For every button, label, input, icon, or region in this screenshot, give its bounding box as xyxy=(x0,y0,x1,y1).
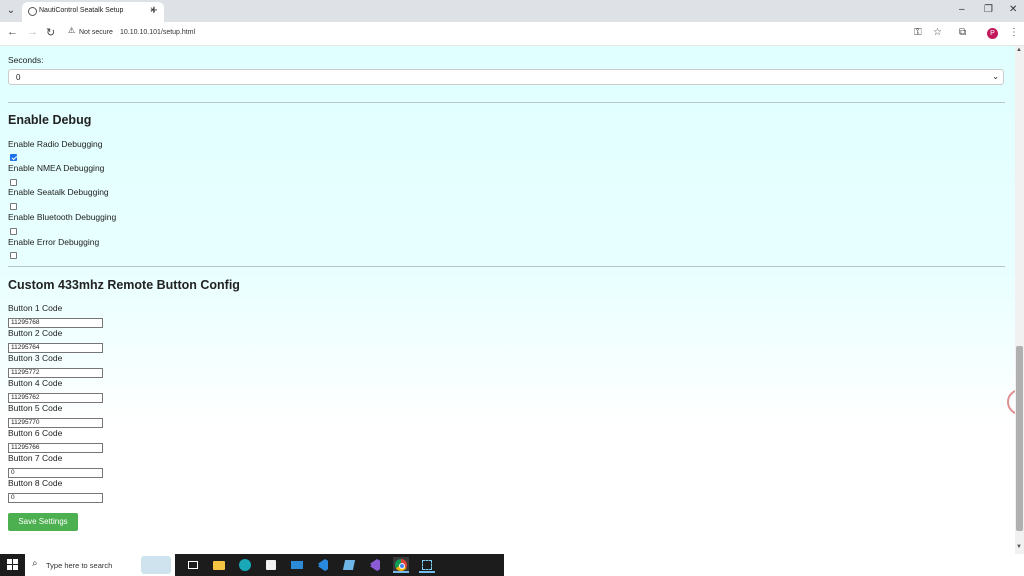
scroll-down-icon[interactable]: ▼ xyxy=(1016,544,1022,550)
seconds-value: 0 xyxy=(16,73,21,82)
reload-icon[interactable]: ↻ xyxy=(46,26,55,39)
restore-icon[interactable]: ❐ xyxy=(984,4,993,15)
url-text: 10.10.10.101/setup.html xyxy=(120,29,196,36)
debug-checkbox-seatalk[interactable] xyxy=(10,203,17,210)
debug-checkbox-nmea[interactable] xyxy=(10,179,17,186)
forward-icon[interactable]: → xyxy=(27,26,38,38)
windows-start-icon[interactable] xyxy=(7,559,18,570)
button-2-code-input[interactable]: 11295764 xyxy=(8,343,103,353)
new-tab-icon[interactable]: + xyxy=(150,3,158,17)
page-content: Seconds: 0 ⌄ Enable Debug Enable Radio D… xyxy=(0,46,1015,554)
debug-heading: Enable Debug xyxy=(8,113,92,127)
app-icon[interactable] xyxy=(341,557,357,573)
key-icon[interactable]: ⚿ xyxy=(914,27,922,38)
debug-label-bluetooth: Enable Bluetooth Debugging xyxy=(8,212,117,222)
vertical-scrollbar[interactable]: ▲ ▼ xyxy=(1015,46,1024,554)
browser-toolbar: ← → ↻ ⚠ Not secure 10.10.10.101/setup.ht… xyxy=(0,22,1024,46)
button-2-label: Button 2 Code xyxy=(8,328,63,338)
button-7-code-input[interactable]: 0 xyxy=(8,468,103,478)
mail-icon[interactable] xyxy=(289,557,305,573)
taskbar-search[interactable]: ⌕ Type here to search xyxy=(25,554,175,576)
cursor-ring xyxy=(1007,389,1015,415)
chevron-down-icon: ⌄ xyxy=(992,72,999,81)
minimize-icon[interactable]: – xyxy=(959,4,965,15)
button-5-code-input[interactable]: 11295770 xyxy=(8,418,103,428)
seconds-select[interactable]: 0 ⌄ xyxy=(8,69,1004,85)
file-explorer-icon[interactable] xyxy=(211,557,227,573)
globe-icon xyxy=(28,7,37,16)
divider xyxy=(8,266,1005,267)
scrollbar-thumb[interactable] xyxy=(1016,346,1023,531)
chrome-icon[interactable] xyxy=(393,557,409,573)
debug-label-nmea: Enable NMEA Debugging xyxy=(8,163,105,173)
debug-label-seatalk: Enable Seatalk Debugging xyxy=(8,187,109,197)
debug-checkbox-error[interactable] xyxy=(10,252,17,259)
snipping-tool-icon[interactable] xyxy=(419,557,435,573)
save-settings-button[interactable]: Save Settings xyxy=(8,513,78,531)
visual-studio-icon[interactable] xyxy=(367,557,383,573)
debug-checkbox-bluetooth[interactable] xyxy=(10,228,17,235)
button-5-label: Button 5 Code xyxy=(8,403,63,413)
warning-icon: ⚠ xyxy=(68,26,76,35)
tab-strip: ⌄ NautiControl Seatalk Setup × + – ❐ ✕ xyxy=(0,0,1024,22)
browser-tab[interactable]: NautiControl Seatalk Setup × xyxy=(22,2,164,22)
debug-label-radio: Enable Radio Debugging xyxy=(8,139,103,149)
button-8-code-input[interactable]: 0 xyxy=(8,493,103,503)
button-4-code-input[interactable]: 11295762 xyxy=(8,393,103,403)
button-4-label: Button 4 Code xyxy=(8,378,63,388)
button-7-label: Button 7 Code xyxy=(8,453,63,463)
button-1-label: Button 1 Code xyxy=(8,303,63,313)
divider xyxy=(8,102,1005,103)
store-icon[interactable] xyxy=(263,557,279,573)
search-placeholder: Type here to search xyxy=(46,561,113,570)
tab-title: NautiControl Seatalk Setup xyxy=(39,7,124,14)
button-3-label: Button 3 Code xyxy=(8,353,63,363)
button-1-code-input[interactable]: 11295768 xyxy=(8,318,103,328)
window-close-icon[interactable]: ✕ xyxy=(1009,4,1017,15)
extensions-icon[interactable]: ⧉ xyxy=(959,27,966,38)
debug-label-error: Enable Error Debugging xyxy=(8,237,100,247)
profile-avatar[interactable]: P xyxy=(987,28,998,39)
vscode-icon[interactable] xyxy=(315,557,331,573)
not-secure-label: Not secure xyxy=(79,29,113,36)
search-icon: ⌕ xyxy=(32,558,38,569)
task-view-icon[interactable] xyxy=(185,557,201,573)
button-6-label: Button 6 Code xyxy=(8,428,63,438)
button-6-code-input[interactable]: 11295766 xyxy=(8,443,103,453)
button-8-label: Button 8 Code xyxy=(8,478,63,488)
tab-search-icon[interactable]: ⌄ xyxy=(4,4,18,18)
search-highlight-image xyxy=(141,556,171,574)
star-icon[interactable]: ☆ xyxy=(933,27,942,38)
taskbar: ⌕ Type here to search xyxy=(0,554,504,576)
button-3-code-input[interactable]: 11295772 xyxy=(8,368,103,378)
edge-icon[interactable] xyxy=(237,557,253,573)
menu-icon[interactable]: ⋮ xyxy=(1009,27,1019,38)
remote-heading: Custom 433mhz Remote Button Config xyxy=(8,278,240,292)
back-icon[interactable]: ← xyxy=(7,26,18,38)
debug-checkbox-radio[interactable] xyxy=(10,154,17,161)
seconds-label: Seconds: xyxy=(8,55,44,65)
address-bar[interactable]: ⚠ Not secure 10.10.10.101/setup.html xyxy=(62,25,912,42)
scroll-up-icon[interactable]: ▲ xyxy=(1016,47,1022,53)
